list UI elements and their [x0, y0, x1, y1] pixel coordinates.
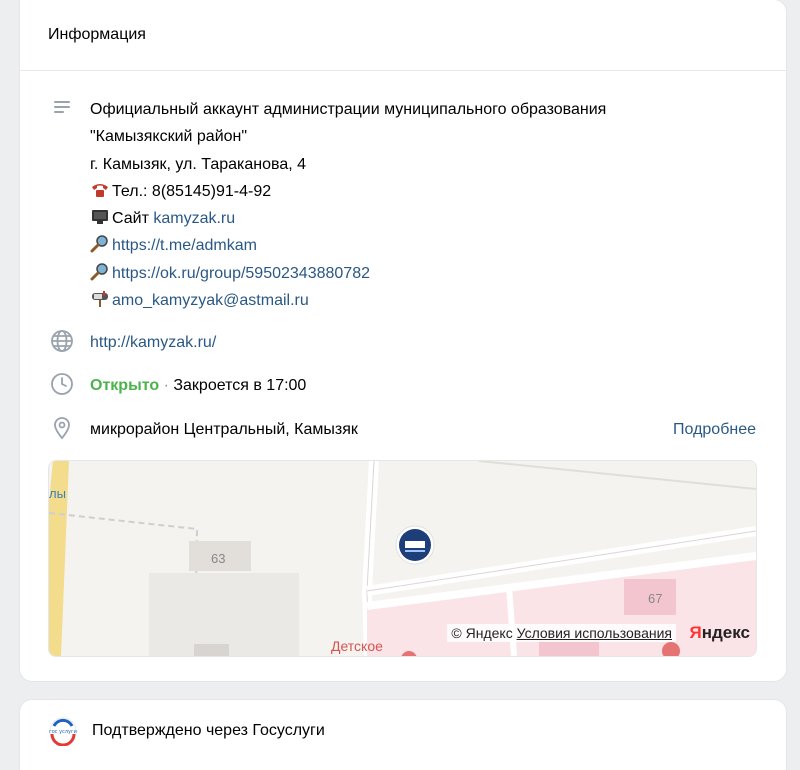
address-text: микрорайон Центральный, Камызяк	[90, 421, 358, 438]
information-card: Информация Официальный аккаунт администр…	[20, 0, 786, 681]
closing-time: Закроется в 17:00	[173, 377, 307, 394]
magnifier-emoji-icon	[90, 263, 108, 281]
separator-dot: ·	[163, 377, 169, 394]
description-text: Официальный аккаунт администрации муници…	[90, 96, 606, 314]
clock-icon	[48, 372, 76, 400]
site-prefix: Сайт	[112, 210, 154, 228]
gosuslugi-row: гос услуги Подтверждено через Госуслуги	[48, 716, 325, 746]
text-lines-icon	[48, 96, 76, 124]
description-line: г. Камызяк, ул. Тараканова, 4	[90, 155, 306, 173]
website-link[interactable]: http://kamyzak.ru/	[90, 334, 216, 351]
yandex-logo: Яндекс	[689, 623, 750, 642]
open-status: Открыто	[90, 377, 160, 394]
phone-text: Тел.: 8(85145)91-4-92	[112, 182, 272, 200]
ok-link[interactable]: https://ok.ru/group/59502343880782	[112, 265, 370, 282]
terms-link[interactable]: Условия использования	[517, 625, 672, 641]
phone-line: Тел.: 8(85145)91-4-92	[90, 178, 606, 205]
email-link[interactable]: amo_kamyzyak@astmail.ru	[112, 292, 309, 309]
description-line: "Камызякский район"	[90, 128, 248, 146]
location-pin-icon	[48, 416, 76, 444]
building-number: 63	[211, 551, 226, 566]
gosuslugi-text: Подтверждено через Госуслуги	[92, 722, 325, 739]
address-row: микрорайон Центральный, Камызяк Подробне…	[48, 416, 756, 444]
map-copyright: © Яндекс Условия использования	[447, 624, 676, 642]
mailbox-emoji-icon	[92, 291, 108, 308]
map-label: Детское	[331, 638, 383, 654]
ok-line: https://ok.ru/group/59502343880782	[90, 260, 606, 287]
more-button[interactable]: Подробнее	[673, 420, 756, 440]
hours-row: Открыто · Закроется в 17:00	[48, 372, 756, 400]
phone-emoji-icon	[92, 183, 108, 197]
hours-text: Открыто · Закроется в 17:00	[90, 372, 306, 400]
email-line: amo_kamyzyak@astmail.ru	[90, 287, 606, 314]
website-row: http://kamyzak.ru/	[48, 329, 756, 357]
gosuslugi-card: гос услуги Подтверждено через Госуслуги	[20, 700, 786, 770]
gosuslugi-logo-icon: гос услуги	[49, 717, 77, 746]
map[interactable]: лы 63 67 Детское © Яндекс Условия исполь…	[48, 460, 757, 657]
map-label: лы	[49, 486, 66, 501]
gosuslugi-logo-text: гос услуги	[49, 729, 77, 735]
description-row: Официальный аккаунт администрации муници…	[48, 96, 756, 314]
building-number: 67	[648, 591, 663, 606]
copyright-text: © Яндекс	[451, 625, 517, 641]
computer-emoji-icon	[92, 210, 108, 225]
card-title: Информация	[48, 26, 146, 43]
telegram-line: https://t.me/admkam	[90, 232, 606, 259]
site-link[interactable]: kamyzak.ru	[153, 210, 235, 227]
globe-icon	[48, 329, 76, 357]
site-line: Сайт kamyzak.ru	[90, 205, 606, 232]
magnifier-emoji-icon	[90, 235, 108, 253]
card-header: Информация	[20, 0, 786, 71]
description-line: Официальный аккаунт администрации муници…	[90, 101, 607, 118]
telegram-link[interactable]: https://t.me/admkam	[112, 237, 257, 254]
